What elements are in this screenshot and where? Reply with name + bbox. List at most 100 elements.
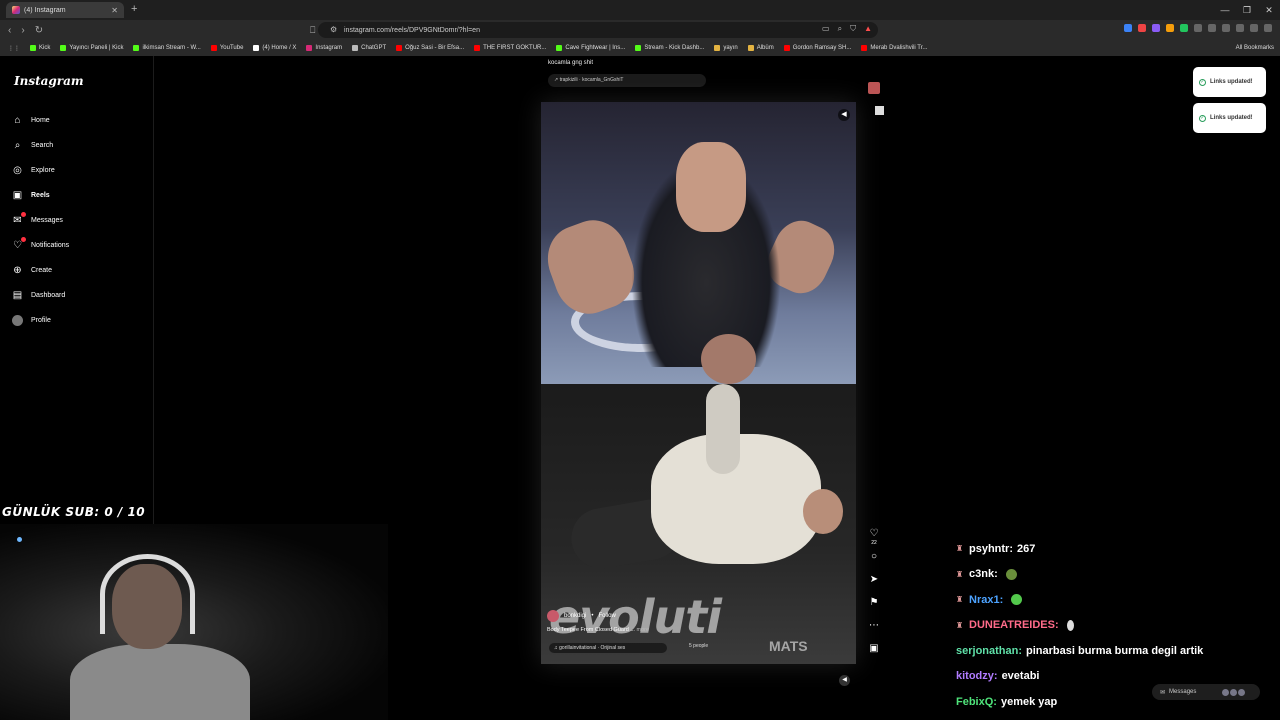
extension-icon[interactable]: [1222, 24, 1230, 32]
bookmark-folder[interactable]: Albüm: [747, 45, 774, 51]
sidebar-item-notifications[interactable]: ♡ Notifications: [12, 233, 69, 258]
zoom-icon[interactable]: ⌕: [838, 24, 842, 34]
bookmark-page-icon[interactable]: ⎕: [310, 25, 315, 36]
bookmark-item[interactable]: Cave Fightwear | Ins...: [556, 45, 625, 51]
save-button[interactable]: ⚑: [866, 597, 882, 620]
extension-icon[interactable]: [1208, 24, 1216, 32]
minimize-icon[interactable]: —: [1214, 0, 1236, 20]
reel-video[interactable]: evoluti MATS ◀ bonkdigi • Follow Body Te…: [541, 102, 856, 664]
bookmark-item[interactable]: Yayıncı Paneli | Kick: [60, 45, 123, 51]
video-figure: [803, 489, 843, 534]
sidebar-item-home[interactable]: ⌂ Home: [12, 108, 69, 133]
url-text[interactable]: instagram.com/reels/DPV9GNtDomr/?hl=en: [344, 27, 480, 34]
new-tab-icon[interactable]: +: [131, 3, 137, 15]
sidebar-item-search[interactable]: ⌕ Search: [12, 133, 69, 158]
bookmark-item[interactable]: ChatGPT: [352, 45, 386, 51]
bookmark-item[interactable]: THE FIRST GOKTUR...: [474, 45, 546, 51]
bookmark-item[interactable]: ilkimsan Stream - W...: [133, 45, 201, 51]
check-icon: ✓: [1199, 114, 1206, 122]
sidebar-item-explore[interactable]: ◎ Explore: [12, 158, 69, 183]
audio-avatar[interactable]: [868, 82, 880, 94]
extension-icon[interactable]: [1138, 24, 1146, 32]
close-tab-icon[interactable]: ✕: [111, 6, 118, 15]
chat-username: c3nk:: [969, 568, 998, 581]
bookmark-item[interactable]: Merab Dvalishvili Tr...: [861, 45, 927, 51]
reel-music[interactable]: ♫ gorillainvitational · Orijinal ses: [549, 643, 667, 653]
chat-text: yemek yap: [1000, 695, 1058, 708]
video-figure: [706, 384, 740, 474]
next-reel-sound-icon[interactable]: ◀: [839, 675, 850, 686]
alert-icon[interactable]: ▲: [864, 24, 872, 34]
sidebar-item-profile[interactable]: Profile: [12, 308, 69, 333]
shield-icon[interactable]: ⛉: [850, 24, 856, 34]
sidebar-item-label: Explore: [31, 167, 55, 174]
bookmark-item[interactable]: Stream - Kick Dashb...: [635, 45, 704, 51]
follow-button[interactable]: Follow: [598, 613, 615, 619]
bookmark-item[interactable]: Kick: [30, 45, 50, 51]
back-icon[interactable]: ‹: [8, 25, 11, 36]
address-bar[interactable]: ⎕ ⚙ instagram.com/reels/DPV9GNtDomr/?hl=…: [310, 22, 878, 38]
sound-icon[interactable]: ◀: [838, 109, 850, 121]
share-button[interactable]: ➤: [866, 574, 882, 597]
toast-notification: ✓ Links updated!: [1193, 67, 1266, 97]
extension-icon[interactable]: [1152, 24, 1160, 32]
search-icon: ⌕: [14, 140, 21, 151]
sub-badge-icon: ♜: [956, 620, 964, 630]
sidebar-item-label: Home: [31, 117, 50, 124]
previous-reel-audio[interactable]: ↗ trapkizili · kocamla_GnGshiT: [548, 74, 706, 87]
extension-icon[interactable]: [1166, 24, 1174, 32]
compass-icon: ◎: [13, 165, 22, 176]
extension-icon[interactable]: [1180, 24, 1188, 32]
chat-username: kitodzy:: [956, 670, 998, 683]
forward-icon[interactable]: ›: [21, 25, 24, 36]
chat-username: psyhntr:: [969, 542, 1013, 555]
extension-icon[interactable]: [1194, 24, 1202, 32]
heart-icon: ♡: [869, 528, 879, 539]
audio-button[interactable]: ▣: [866, 643, 882, 666]
browser-tab[interactable]: (4) Instagram ✕: [6, 2, 124, 18]
bookmark-item[interactable]: Instagram: [306, 45, 342, 51]
bookmark-folder[interactable]: yayın: [714, 45, 738, 51]
square-icon[interactable]: [875, 106, 884, 115]
more-link[interactable]: more: [636, 627, 649, 633]
avatar[interactable]: [547, 610, 559, 622]
reload-icon[interactable]: ↻: [35, 25, 43, 36]
close-window-icon[interactable]: ✕: [1258, 0, 1280, 20]
all-bookmarks[interactable]: All Bookmarks: [1236, 45, 1274, 51]
sidebar-item-label: Profile: [31, 317, 51, 324]
notification-badge: [21, 237, 26, 242]
like-button[interactable]: ♡ 22: [866, 528, 882, 551]
apps-icon[interactable]: ⋮⋮: [8, 45, 20, 52]
sub-badge-icon: ♜: [956, 544, 964, 554]
bookmark-item[interactable]: (4) Home / X: [253, 45, 296, 51]
extension-icon[interactable]: [1124, 24, 1132, 32]
bookmark-item[interactable]: YouTube: [210, 45, 243, 51]
username[interactable]: bonkdigi: [564, 613, 586, 619]
sidebar-item-messages[interactable]: ✉ Messages: [12, 208, 69, 233]
chat-message: ♜ Nrax1:: [956, 587, 1276, 613]
comment-button[interactable]: ○: [866, 551, 882, 574]
messages-pill[interactable]: ✉ Messages: [1152, 684, 1260, 700]
restore-icon[interactable]: ❐: [1236, 0, 1258, 20]
bookmark-item[interactable]: Gordon Ramsay SH...: [783, 45, 851, 51]
indicator-icon: [17, 537, 22, 542]
extension-icon[interactable]: [1236, 24, 1244, 32]
sidebar-item-label: Reels: [31, 192, 50, 199]
message-avatars: [1222, 688, 1246, 696]
audio-thumbnail-icon: ▣: [869, 643, 879, 654]
menu-icon[interactable]: [1264, 24, 1272, 32]
site-info-icon[interactable]: ⚙: [330, 25, 337, 34]
chat-username: DUNEATREIDES:: [969, 619, 1059, 632]
sidebar-item-dashboard[interactable]: ▤ Dashboard: [12, 283, 69, 308]
description-text: Body Teepee From Closed Guard ...: [547, 627, 635, 633]
bookmark-item[interactable]: Oğuz Sasi - Bir Efsa...: [396, 45, 464, 51]
extension-icon[interactable]: [1250, 24, 1258, 32]
sidebar-item-create[interactable]: ⊕ Create: [12, 258, 69, 283]
instagram-logo[interactable]: Instagram: [14, 74, 84, 88]
more-options-button[interactable]: ⋯: [866, 620, 882, 643]
tagged-people[interactable]: 5 people: [689, 643, 708, 649]
cast-icon[interactable]: ▭: [822, 24, 830, 34]
chat-text: 267: [1017, 542, 1036, 555]
sidebar-item-reels[interactable]: ▣ Reels: [12, 183, 69, 208]
webcam-figure: [70, 644, 250, 720]
